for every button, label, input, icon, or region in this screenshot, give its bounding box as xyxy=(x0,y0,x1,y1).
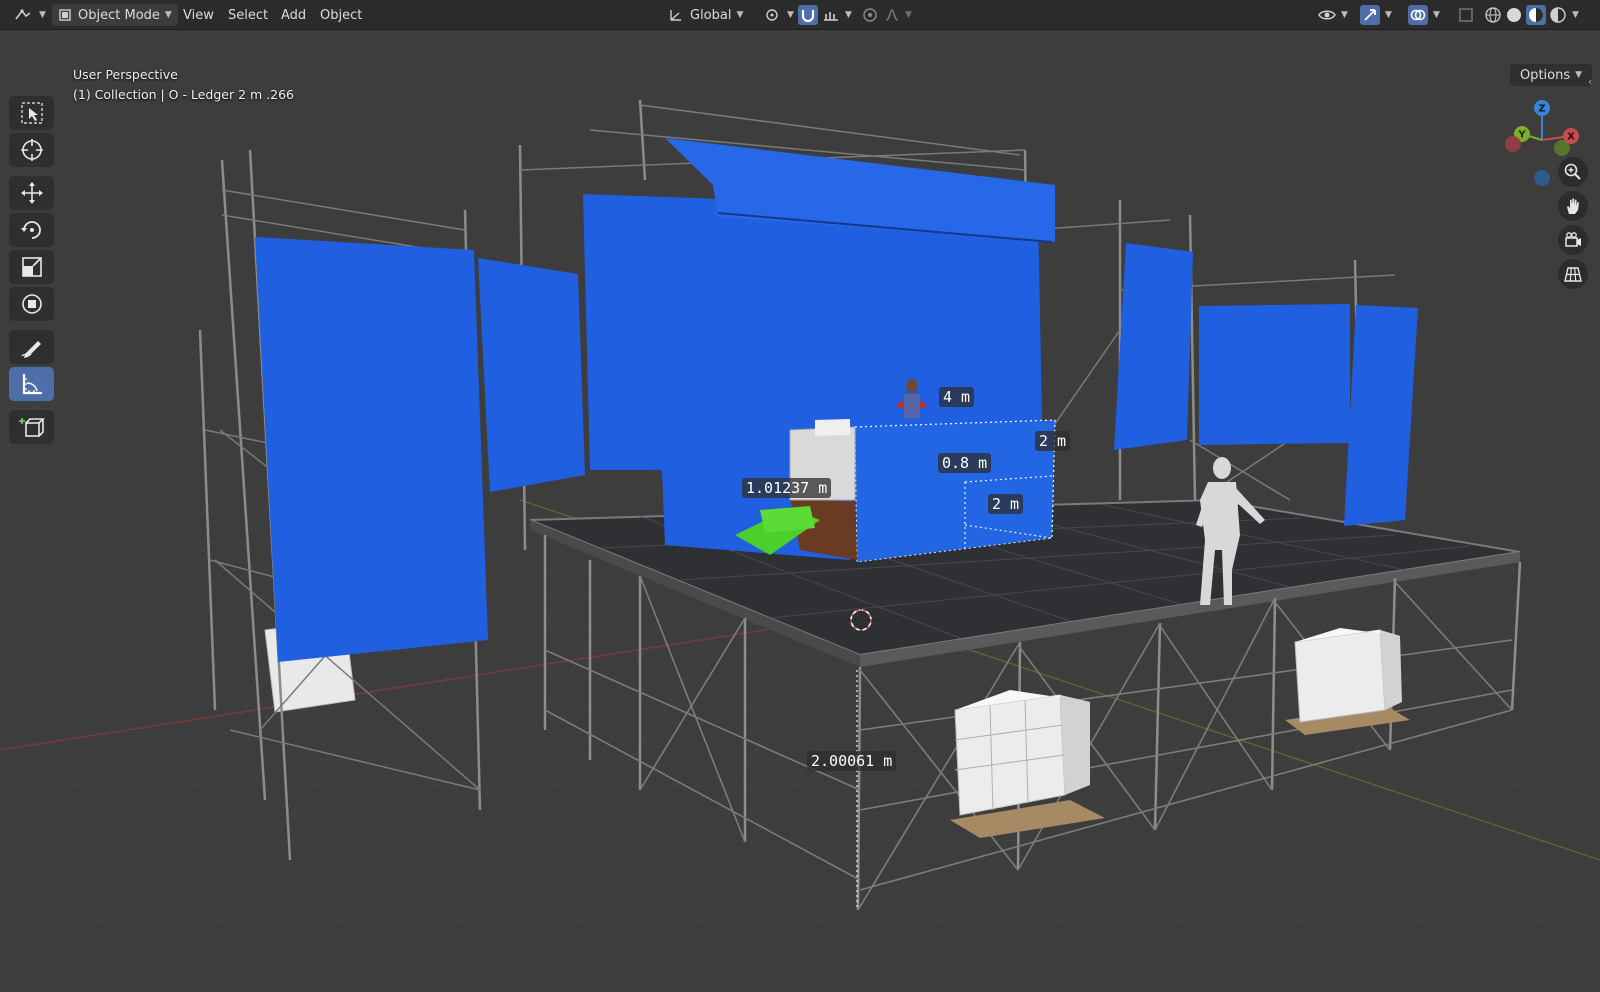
viewport-header: ▼ Object Mode ▼ View Select Add Object G… xyxy=(0,0,1600,30)
sidebar-toggle-icon[interactable]: ‹ xyxy=(1588,75,1592,88)
pivot-icon xyxy=(764,7,782,23)
banner-right-1 xyxy=(1114,243,1193,450)
chevron-down-icon: ▼ xyxy=(905,10,912,20)
tool-transform[interactable] xyxy=(9,287,54,321)
orientation-selector[interactable]: Global ▼ xyxy=(668,4,743,26)
chevron-down-icon: ▼ xyxy=(1341,10,1348,20)
snap-target-button[interactable]: ▼ xyxy=(822,4,852,26)
3d-viewport[interactable]: Z X Y User Perspective (1) Collection | … xyxy=(0,30,1600,992)
orientation-axes-icon xyxy=(668,7,684,23)
tool-select-box[interactable] xyxy=(9,96,54,130)
banner-left-large xyxy=(255,237,488,662)
falloff-curve-icon xyxy=(884,7,900,23)
mode-selector[interactable]: Object Mode ▼ xyxy=(52,4,178,26)
overlay-toggle[interactable]: ▼ xyxy=(1408,4,1440,26)
cursor-icon xyxy=(20,139,43,161)
chevron-down-icon: ▼ xyxy=(164,10,172,20)
options-label: Options xyxy=(1519,67,1571,83)
scale-icon xyxy=(21,257,42,277)
banner-left-small xyxy=(478,258,585,492)
mode-label: Object Mode xyxy=(78,7,160,23)
xray-toggle[interactable] xyxy=(1458,4,1474,26)
add-cube-icon xyxy=(18,418,45,437)
tool-cursor[interactable] xyxy=(9,133,54,167)
measure-label-deck-height: 2.00061 m xyxy=(807,751,897,771)
move-icon xyxy=(20,182,43,204)
shading-solid[interactable] xyxy=(1505,4,1523,26)
solid-sphere-icon xyxy=(1505,6,1523,24)
active-object-label: (1) Collection | O - Ledger 2 m .266 xyxy=(73,87,294,102)
chevron-down-icon: ▼ xyxy=(1433,10,1440,20)
measured-block xyxy=(854,419,1056,563)
camera-icon xyxy=(1565,232,1581,247)
eye-icon xyxy=(1318,7,1336,23)
chevron-down-icon: ▼ xyxy=(845,10,852,20)
measure-icon xyxy=(22,374,42,395)
banner-right-2 xyxy=(1199,304,1350,445)
menu-add[interactable]: Add xyxy=(281,4,306,26)
gizmo-z-label: Z xyxy=(1538,104,1545,115)
tool-measure[interactable] xyxy=(9,367,54,401)
magnet-icon xyxy=(798,5,818,25)
annotate-icon xyxy=(20,341,41,358)
menu-select[interactable]: Select xyxy=(228,4,268,26)
transform-icon xyxy=(21,294,42,314)
view-name: User Perspective xyxy=(73,67,178,82)
measure-label-stairs: 1.01237 m xyxy=(742,478,832,498)
pan-hand-icon xyxy=(1567,198,1579,214)
zoom-button[interactable] xyxy=(1558,157,1588,187)
orientation-label: Global xyxy=(690,7,732,23)
grid-view-icon xyxy=(1564,267,1582,282)
menu-object[interactable]: Object xyxy=(320,4,362,26)
gizmo-toggle[interactable]: ▼ xyxy=(1360,4,1392,26)
proportional-edit-icon xyxy=(862,7,878,23)
chevron-down-icon: ▼ xyxy=(1385,10,1392,20)
editor-type-icon xyxy=(14,7,34,23)
measure-label-height: 0.8 m xyxy=(938,453,992,473)
tool-annotate[interactable] xyxy=(9,330,54,364)
tool-add-cube[interactable] xyxy=(9,410,54,444)
proportional-edit-toggle[interactable] xyxy=(862,4,878,26)
measure-label-depth-bottom: 2 m xyxy=(988,494,1024,514)
projection-toggle-button[interactable] xyxy=(1558,259,1588,289)
tool-move[interactable] xyxy=(9,176,54,210)
chevron-down-icon: ▼ xyxy=(1572,10,1579,20)
water-tank-right xyxy=(1285,628,1410,735)
chevron-down-icon: ▼ xyxy=(736,10,744,20)
tool-rotate[interactable] xyxy=(9,213,54,247)
chevron-down-icon: ▼ xyxy=(1575,70,1583,80)
rendered-sphere-icon xyxy=(1549,6,1567,24)
object-mode-icon xyxy=(58,8,72,22)
menu-view[interactable]: View xyxy=(183,4,214,26)
snap-toggle[interactable] xyxy=(798,4,818,26)
chevron-down-icon: ▼ xyxy=(787,10,794,20)
editor-type-button[interactable]: ▼ xyxy=(14,4,46,26)
overlay-icon xyxy=(1408,5,1428,25)
camera-view-button[interactable] xyxy=(1558,225,1588,255)
rotate-icon xyxy=(20,221,41,239)
shading-rendered[interactable]: ▼ xyxy=(1549,4,1579,26)
tool-scale[interactable] xyxy=(9,250,54,284)
falloff-button[interactable]: ▼ xyxy=(884,4,912,26)
gizmo-icon xyxy=(1360,5,1380,25)
wireframe-sphere-icon xyxy=(1484,6,1502,24)
options-dropdown[interactable]: Options ▼ xyxy=(1510,64,1592,86)
shading-material[interactable] xyxy=(1526,4,1546,26)
scene-render: Z X Y xyxy=(0,30,1600,992)
gizmo-y-label: Y xyxy=(1517,130,1526,141)
xray-icon xyxy=(1458,7,1474,23)
shading-wireframe[interactable] xyxy=(1484,4,1502,26)
chevron-down-icon: ▼ xyxy=(39,10,46,20)
gizmo-x-label: X xyxy=(1567,132,1575,143)
snap-increment-icon xyxy=(822,7,840,23)
measure-label-depth: 2 m xyxy=(1035,431,1071,451)
zoom-icon xyxy=(1564,163,1581,180)
measure-label-width: 4 m xyxy=(939,387,975,407)
pan-button[interactable] xyxy=(1558,191,1588,221)
visibility-button[interactable]: ▼ xyxy=(1318,4,1348,26)
pivot-point-button[interactable]: ▼ xyxy=(764,4,794,26)
select-box-icon xyxy=(20,102,43,124)
material-sphere-icon xyxy=(1526,5,1546,25)
